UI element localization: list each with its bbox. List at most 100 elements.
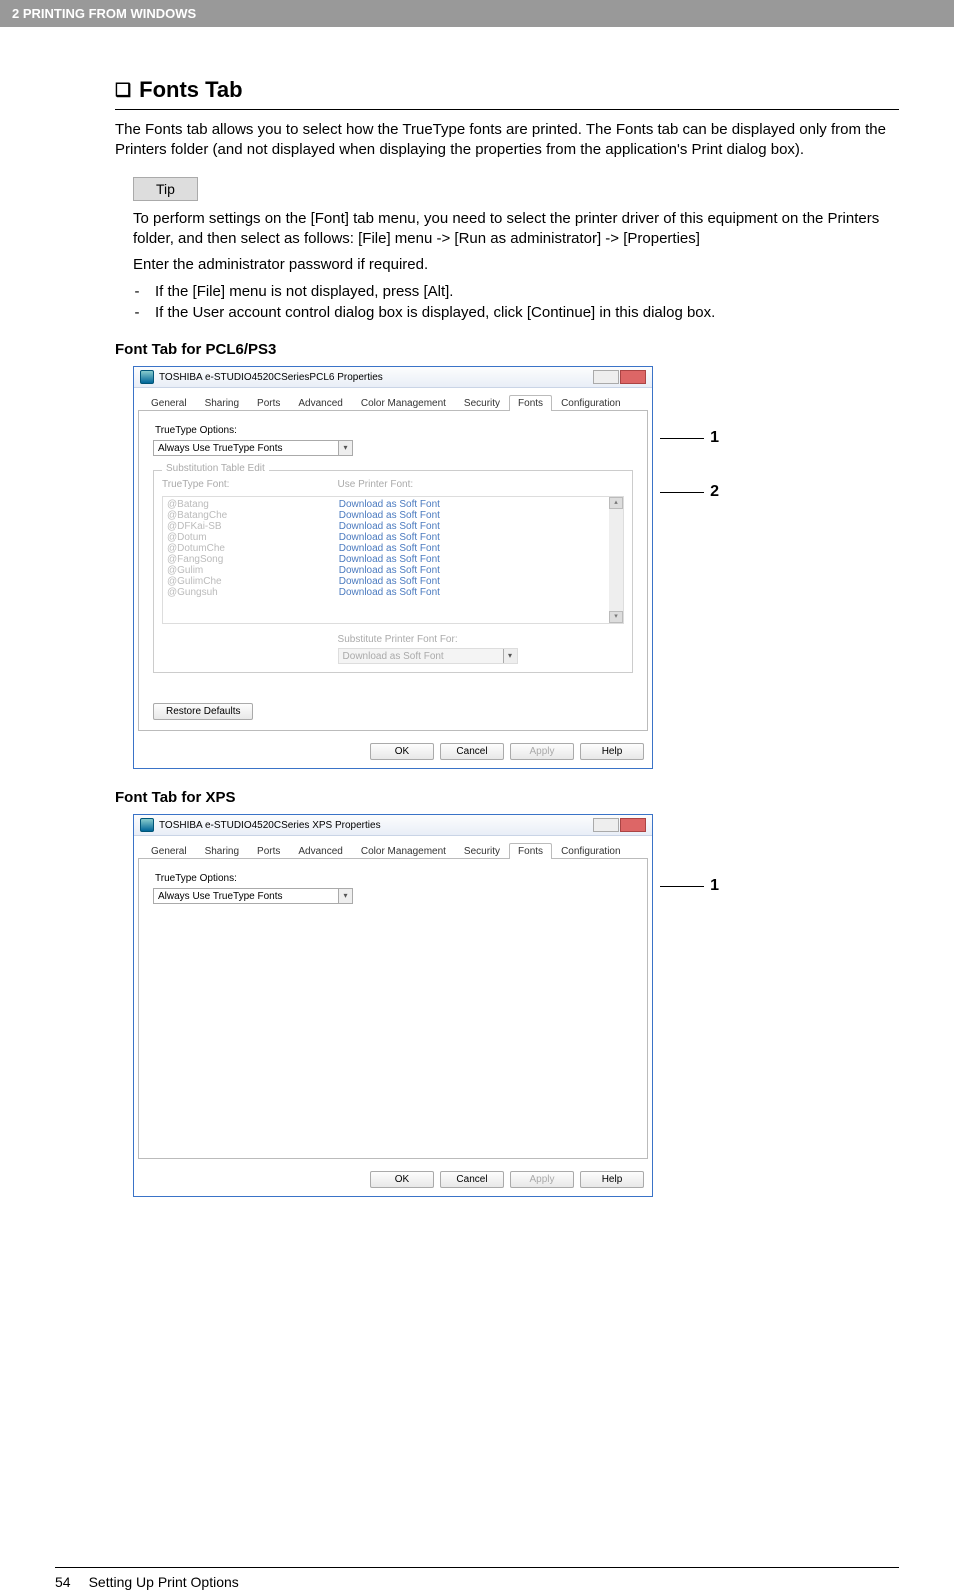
titlebar: TOSHIBA e-STUDIO4520CSeries XPS Properti…	[134, 815, 652, 836]
printer-icon	[140, 370, 154, 384]
scrollbar[interactable]: ▴ ▾	[609, 497, 623, 623]
restore-defaults-button[interactable]: Restore Defaults	[153, 703, 253, 720]
ok-button[interactable]: OK	[370, 743, 434, 760]
font-list-inner: @BatangDownload as Soft Font @BatangCheD…	[163, 497, 623, 600]
tab-fonts[interactable]: Fonts	[509, 843, 552, 859]
dash-icon: -	[133, 302, 141, 323]
callout-2: 2	[660, 483, 719, 501]
close-window-button[interactable]	[620, 370, 646, 384]
scroll-down-icon[interactable]: ▾	[609, 611, 623, 623]
font-row[interactable]: @GungsuhDownload as Soft Font	[167, 587, 619, 598]
dialog-pcl: TOSHIBA e-STUDIO4520CSeriesPCL6 Properti…	[133, 366, 653, 769]
close-window-button[interactable]	[620, 818, 646, 832]
scroll-track[interactable]	[609, 509, 623, 611]
bullet-text: If the User account control dialog box i…	[155, 302, 715, 323]
truetype-options-combo[interactable]: Always Use TrueType Fonts ▾	[153, 888, 353, 904]
tab-sharing[interactable]: Sharing	[196, 395, 248, 411]
cancel-button[interactable]: Cancel	[440, 1171, 504, 1188]
footer-title: Setting Up Print Options	[89, 1574, 239, 1590]
chevron-down-icon: ▾	[338, 441, 352, 455]
intro-paragraph: The Fonts tab allows you to select how t…	[115, 120, 899, 161]
chapter-header: 2 PRINTING FROM WINDOWS	[0, 0, 954, 27]
callout-line	[660, 886, 704, 887]
font-substitution-list[interactable]: ▴ ▾ @BatangDownload as Soft Font @Batang…	[162, 496, 624, 624]
restore-row: Restore Defaults	[153, 703, 633, 720]
section-title: Fonts Tab	[139, 77, 242, 103]
callout-line	[660, 492, 704, 493]
truetype-label: TrueType Options:	[155, 425, 633, 436]
tab-color-management[interactable]: Color Management	[352, 395, 455, 411]
dialog-xps: TOSHIBA e-STUDIO4520CSeries XPS Properti…	[133, 814, 653, 1197]
chevron-down-icon: ▾	[338, 889, 352, 903]
apply-button[interactable]: Apply	[510, 1171, 574, 1188]
font-row[interactable]: @DotumCheDownload as Soft Font	[167, 543, 619, 554]
tab-configuration[interactable]: Configuration	[552, 395, 629, 411]
apply-button[interactable]: Apply	[510, 743, 574, 760]
bullet-text: If the [File] menu is not displayed, pre…	[155, 281, 453, 302]
combo-value: Always Use TrueType Fonts	[158, 443, 283, 454]
help-button[interactable]: Help	[580, 1171, 644, 1188]
tab-general[interactable]: General	[142, 843, 196, 859]
font-row[interactable]: @GulimCheDownload as Soft Font	[167, 576, 619, 587]
tab-configuration[interactable]: Configuration	[552, 843, 629, 859]
callout-1: 1	[660, 429, 719, 447]
ok-button[interactable]: OK	[370, 1171, 434, 1188]
page-content: ❑ Fonts Tab The Fonts tab allows you to …	[0, 77, 954, 1197]
dialog-button-row: OK Cancel Apply Help	[134, 735, 652, 768]
substitute-label: Substitute Printer Font For:	[338, 634, 624, 645]
tab-ports[interactable]: Ports	[248, 395, 289, 411]
help-button[interactable]: Help	[580, 743, 644, 760]
font-row[interactable]: @FangSongDownload as Soft Font	[167, 554, 619, 565]
font-row[interactable]: @BatangCheDownload as Soft Font	[167, 510, 619, 521]
window-buttons	[593, 818, 646, 832]
tab-strip: General Sharing Ports Advanced Color Man…	[138, 392, 648, 411]
window-buttons	[593, 370, 646, 384]
tab-sharing[interactable]: Sharing	[196, 843, 248, 859]
tip-line2: Enter the administrator password if requ…	[133, 255, 899, 275]
help-window-button[interactable]	[593, 818, 619, 832]
callout-number-2: 2	[710, 483, 719, 501]
tab-body: 1 TrueType Options: Always Use TrueType …	[138, 859, 648, 1159]
tab-body: 1 2 TrueType Options: Always Use TrueTyp…	[138, 411, 648, 731]
col-use-printer-font: Use Printer Font:	[338, 479, 624, 490]
callout-number-1: 1	[710, 877, 719, 895]
font-row[interactable]: @DFKai-SBDownload as Soft Font	[167, 521, 619, 532]
printer-icon	[140, 818, 154, 832]
font-list-header: TrueType Font: Use Printer Font:	[162, 479, 624, 490]
page-footer: 54 Setting Up Print Options	[55, 1567, 899, 1590]
tab-general[interactable]: General	[142, 395, 196, 411]
substitute-combo: Download as Soft Font ▾	[338, 648, 518, 664]
tab-ports[interactable]: Ports	[248, 843, 289, 859]
scroll-up-icon[interactable]: ▴	[609, 497, 623, 509]
font-row[interactable]: @GulimDownload as Soft Font	[167, 565, 619, 576]
dialog-button-row: OK Cancel Apply Help	[134, 1163, 652, 1196]
callout-line	[660, 438, 704, 439]
tab-security[interactable]: Security	[455, 395, 509, 411]
col-truetype-font: TrueType Font:	[162, 479, 338, 490]
truetype-label: TrueType Options:	[155, 873, 633, 884]
tip-bullet-list: - If the [File] menu is not displayed, p…	[133, 281, 899, 323]
subheading-xps: Font Tab for XPS	[115, 789, 899, 806]
truetype-options-combo[interactable]: Always Use TrueType Fonts ▾	[153, 440, 353, 456]
combo-value: Download as Soft Font	[343, 651, 444, 662]
page-number: 54	[55, 1574, 71, 1590]
tab-advanced[interactable]: Advanced	[289, 395, 351, 411]
tab-color-management[interactable]: Color Management	[352, 843, 455, 859]
help-window-button[interactable]	[593, 370, 619, 384]
substitute-for-area: Substitute Printer Font For: Download as…	[162, 634, 624, 664]
callout-number-1: 1	[710, 429, 719, 447]
bullet-square-icon: ❑	[115, 80, 131, 101]
combo-value: Always Use TrueType Fonts	[158, 891, 283, 902]
tab-security[interactable]: Security	[455, 843, 509, 859]
tip-line1: To perform settings on the [Font] tab me…	[133, 209, 899, 250]
breadcrumb-text: 2 PRINTING FROM WINDOWS	[12, 6, 196, 21]
tab-advanced[interactable]: Advanced	[289, 843, 351, 859]
heading-rule	[115, 109, 899, 110]
font-row[interactable]: @BatangDownload as Soft Font	[167, 499, 619, 510]
substitution-table-group: Substitution Table Edit TrueType Font: U…	[153, 470, 633, 673]
tip-bullet-1: - If the [File] menu is not displayed, p…	[133, 281, 899, 302]
cancel-button[interactable]: Cancel	[440, 743, 504, 760]
font-row[interactable]: @DotumDownload as Soft Font	[167, 532, 619, 543]
subheading-pcl: Font Tab for PCL6/PS3	[115, 341, 899, 358]
tab-fonts[interactable]: Fonts	[509, 395, 552, 411]
